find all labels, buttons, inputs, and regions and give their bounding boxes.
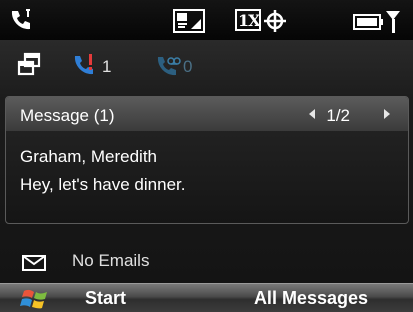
message-pager: 1/2 — [326, 106, 350, 125]
message-panel-title: Message (1) — [20, 106, 115, 125]
1x-data-icon: 1X — [235, 9, 261, 31]
next-arrow-icon[interactable] — [384, 109, 390, 119]
notification-row: 1 0 — [0, 40, 413, 95]
email-status-label: No Emails — [72, 251, 150, 270]
data-label: 1X — [238, 11, 261, 30]
gps-icon — [264, 10, 286, 32]
message-preview: Hey, let's have dinner. — [20, 175, 186, 194]
missed-call-count: 1 — [102, 57, 112, 76]
voicemail-count: 0 — [183, 57, 193, 76]
email-row[interactable]: No Emails — [0, 243, 413, 283]
start-button[interactable]: Start — [85, 288, 126, 309]
sim-signal-icon — [173, 9, 205, 33]
envelope-icon — [22, 255, 46, 271]
battery-signal-icon — [353, 11, 400, 33]
all-messages-button[interactable]: All Messages — [254, 288, 368, 309]
windows-icon[interactable] — [17, 52, 41, 78]
windows-flag-icon[interactable] — [20, 287, 50, 311]
phone-call-icon[interactable] — [8, 8, 36, 34]
message-sender: Graham, Meredith — [20, 147, 157, 166]
missed-call-icon[interactable] — [72, 53, 98, 77]
previous-arrow-icon[interactable] — [309, 109, 315, 119]
message-panel-header: Message (1) 1/2 — [6, 97, 408, 131]
voicemail-icon[interactable] — [155, 54, 181, 78]
softkey-bar: Start All Messages — [0, 283, 413, 312]
today-screen: 1 0 Message (1) 1/2 Graham, Meredith Hey… — [0, 40, 413, 283]
status-bar: 1X — [0, 0, 413, 40]
message-panel[interactable]: Message (1) 1/2 Graham, Meredith Hey, le… — [5, 96, 409, 224]
